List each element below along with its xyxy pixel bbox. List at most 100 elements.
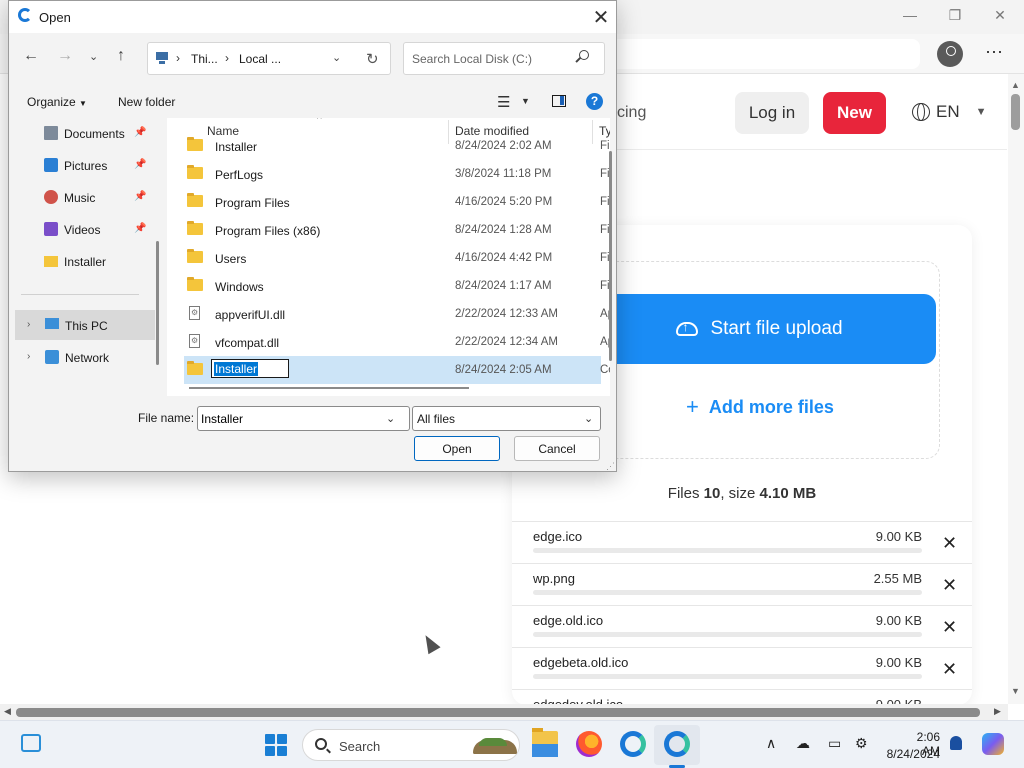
rename-input[interactable]: Installer xyxy=(211,359,289,378)
widgets-icon[interactable] xyxy=(21,734,41,752)
new-button[interactable]: New xyxy=(823,92,886,134)
resize-grip-icon[interactable]: ⋰ xyxy=(606,461,615,472)
file-row[interactable]: Users 4/16/2024 4:42 PM Fi xyxy=(184,244,610,272)
nav-item-installer[interactable]: Installer xyxy=(9,246,149,276)
file-date: 2/22/2024 12:33 AM xyxy=(455,308,558,320)
clock-date[interactable]: 8/24/2024 xyxy=(884,747,940,761)
organize-button[interactable]: Organize ▼ xyxy=(27,95,87,109)
nav-item-network[interactable]: › Network xyxy=(15,342,155,372)
taskbar-search[interactable]: Search xyxy=(302,729,520,761)
forward-arrow-icon[interactable]: → xyxy=(57,47,73,65)
file-row[interactable]: Program Files 4/16/2024 5:20 PM Fi xyxy=(184,188,610,216)
minimize-icon[interactable]: — xyxy=(894,4,926,26)
remove-file-icon[interactable]: ✕ xyxy=(942,617,957,638)
chevron-down-icon[interactable]: ⌄ xyxy=(386,412,395,425)
remove-file-icon[interactable]: ✕ xyxy=(942,533,957,554)
dialog-title: Open xyxy=(39,10,71,25)
remove-file-icon[interactable]: ✕ xyxy=(942,575,957,596)
file-type-select[interactable]: All files xyxy=(412,406,601,431)
upload-progress-bar xyxy=(533,632,922,637)
file-list-scrollbar-thumb[interactable] xyxy=(609,151,612,361)
breadcrumb[interactable]: › Thi... › Local ... ⌄ ↻ xyxy=(147,42,391,75)
file-list-horizontal-scrollbar-thumb[interactable] xyxy=(189,387,469,389)
scroll-left-icon[interactable]: ◀ xyxy=(4,706,11,717)
file-name: Users xyxy=(215,252,247,266)
firefox-icon[interactable] xyxy=(576,731,602,757)
file-row-renaming[interactable]: Installer 8/24/2024 2:05 AM Co xyxy=(184,356,610,384)
edge-icon[interactable] xyxy=(664,731,690,757)
restore-icon[interactable]: ❐ xyxy=(939,4,971,26)
file-name-input[interactable] xyxy=(197,406,410,431)
close-icon[interactable]: ✕ xyxy=(984,4,1016,26)
search-input[interactable]: Search Local Disk (C:) xyxy=(403,42,605,75)
nav-scrollbar-thumb[interactable] xyxy=(156,241,159,365)
open-button[interactable]: Open xyxy=(414,436,500,461)
scrollbar-thumb[interactable] xyxy=(1011,94,1020,130)
cloud-upload-icon xyxy=(676,320,699,336)
display-icon[interactable]: ▭ xyxy=(828,735,841,752)
scroll-down-icon[interactable]: ▼ xyxy=(1011,686,1020,696)
scrollbar-thumb[interactable] xyxy=(16,708,980,717)
scroll-up-icon[interactable]: ▲ xyxy=(1011,80,1020,90)
file-row[interactable]: Installer 8/24/2024 2:02 AM Fi xyxy=(184,132,610,160)
refresh-icon[interactable]: ↻ xyxy=(366,50,379,68)
nav-item-pictures[interactable]: Pictures 📌 xyxy=(9,150,149,180)
scroll-right-icon[interactable]: ▶ xyxy=(994,706,1001,717)
cloud-offline-icon[interactable]: ☁ xyxy=(796,735,810,752)
notification-bell-icon[interactable] xyxy=(950,736,962,750)
language-selector[interactable]: EN ▼ xyxy=(912,102,987,122)
dialog-close-button[interactable]: ✕ xyxy=(589,5,613,30)
open-file-dialog: Open ✕ ← → ⌄ ↑ › Thi... › Local ... ⌄ ↻ … xyxy=(8,0,617,472)
chevron-down-icon[interactable]: ▼ xyxy=(521,96,530,106)
upload-file-name: edge.old.ico xyxy=(533,613,604,628)
chevron-down-icon[interactable]: ⌄ xyxy=(332,51,341,64)
profile-icon[interactable] xyxy=(937,41,963,67)
breadcrumb-item[interactable]: Local ... xyxy=(239,52,281,66)
upload-file-name: edgebeta.old.ico xyxy=(533,655,629,670)
file-explorer-icon[interactable] xyxy=(532,728,558,757)
nav-item-videos[interactable]: Videos 📌 xyxy=(9,214,149,244)
edge-icon[interactable] xyxy=(620,731,646,757)
file-name: Program Files (x86) xyxy=(215,224,321,238)
folder-icon xyxy=(187,221,203,235)
start-upload-button[interactable]: Start file upload xyxy=(583,294,936,364)
new-folder-button[interactable]: New folder xyxy=(118,95,175,109)
login-button[interactable]: Log in xyxy=(735,92,809,134)
nav-item-documents[interactable]: Documents 📌 xyxy=(9,118,149,148)
pricing-link[interactable]: cing xyxy=(617,104,646,122)
horizontal-scrollbar[interactable]: ◀ ▶ xyxy=(0,704,1008,720)
recent-locations-chevron-icon[interactable]: ⌄ xyxy=(89,50,98,63)
help-icon[interactable]: ? xyxy=(586,93,603,110)
network-status-icon[interactable]: ⚙ xyxy=(855,735,868,752)
copilot-icon[interactable] xyxy=(982,733,1004,755)
chevron-right-icon[interactable]: › xyxy=(27,351,30,362)
file-row[interactable]: vfcompat.dll 2/22/2024 12:34 AM Ap xyxy=(184,328,610,356)
start-icon[interactable] xyxy=(265,734,287,756)
up-arrow-icon[interactable]: ↑ xyxy=(117,47,125,65)
cancel-button[interactable]: Cancel xyxy=(514,436,600,461)
file-row[interactable]: appverifUI.dll 2/22/2024 12:33 AM Ap xyxy=(184,300,610,328)
chevron-right-icon[interactable]: › xyxy=(27,319,30,330)
breadcrumb-item[interactable]: Thi... xyxy=(191,52,218,66)
vertical-scrollbar[interactable]: ▲ ▼ xyxy=(1008,74,1024,704)
breadcrumb-separator-icon: › xyxy=(176,51,180,65)
view-options-icon[interactable]: ☰ xyxy=(497,93,510,111)
remove-file-icon[interactable]: ✕ xyxy=(942,659,957,680)
preview-pane-icon[interactable] xyxy=(552,95,566,107)
file-name-label: File name: xyxy=(138,411,195,425)
tray-overflow-chevron-icon[interactable]: ∧ xyxy=(766,735,776,752)
file-row[interactable]: Program Files (x86) 8/24/2024 1:28 AM Fi xyxy=(184,216,610,244)
address-bar[interactable] xyxy=(610,39,920,69)
chevron-down-icon[interactable]: ⌄ xyxy=(584,412,593,425)
more-options-icon[interactable]: ⋯ xyxy=(985,42,1004,63)
nav-item-this-pc[interactable]: › This PC xyxy=(15,310,155,340)
folder-icon xyxy=(187,193,203,207)
file-row[interactable]: PerfLogs 3/8/2024 11:18 PM Fi xyxy=(184,160,610,188)
nav-item-label: Installer xyxy=(64,255,107,269)
files-count: 10 xyxy=(703,485,721,502)
nav-item-music[interactable]: Music 📌 xyxy=(9,182,149,212)
file-row[interactable]: Windows 8/24/2024 1:17 AM Fi xyxy=(184,272,610,300)
add-more-files-button[interactable]: + Add more files xyxy=(686,394,834,420)
upload-file-list: edge.ico 9.00 KB ✕ wp.png 2.55 MB ✕ edge… xyxy=(512,521,972,731)
back-arrow-icon[interactable]: ← xyxy=(23,47,39,65)
